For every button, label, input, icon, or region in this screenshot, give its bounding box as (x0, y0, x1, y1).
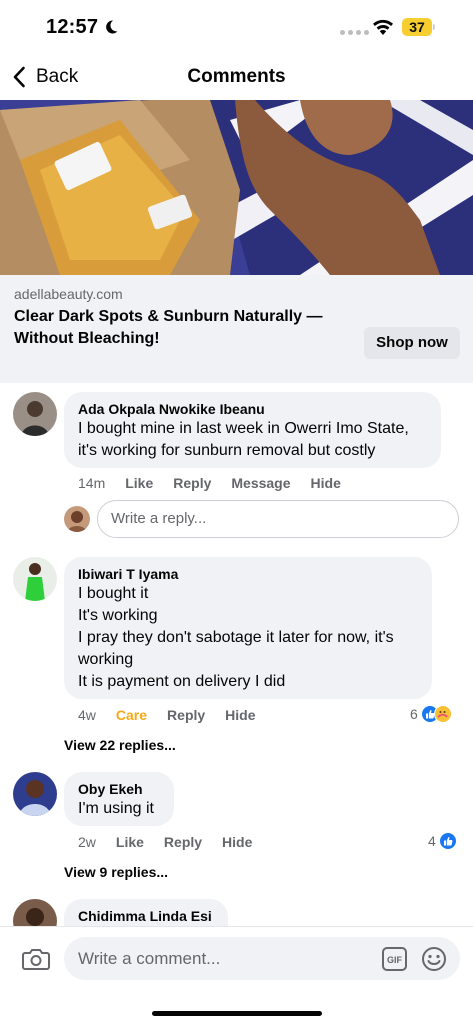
comment-actions: 4w Care Reply Hide (78, 707, 276, 723)
comment-bubble[interactable]: Ibiwari T Iyama I bought it It's working… (64, 557, 432, 699)
comment-text-line: It's working (78, 607, 158, 624)
comment-text-line: I'm using it (78, 800, 154, 817)
comment-text-line: It is payment on delivery I did (78, 673, 286, 690)
ad-domain: adellabeauty.com (14, 286, 123, 302)
comment-bubble[interactable]: Oby Ekeh I'm using it (64, 772, 174, 826)
care-button[interactable]: Care (116, 707, 147, 723)
comment-actions: 14m Like Reply Message Hide (78, 475, 361, 491)
comment-text-line: it's working for sunburn removal but cos… (78, 442, 376, 459)
comment-actions: 2w Like Reply Hide (78, 834, 272, 850)
reply-button[interactable]: Reply (164, 834, 202, 850)
camera-icon[interactable] (22, 947, 50, 971)
wifi-icon (373, 19, 393, 35)
reply-button[interactable]: Reply (173, 475, 211, 491)
avatar[interactable] (13, 557, 57, 601)
home-indicator (152, 1011, 322, 1016)
reaction-count: 4 (428, 833, 436, 849)
avatar[interactable] (13, 772, 57, 816)
care-reaction-icon (433, 705, 452, 723)
comment-composer-bar: Write a comment... GIF (0, 926, 473, 1024)
gif-icon[interactable]: GIF (382, 947, 407, 971)
ad-info[interactable]: adellabeauty.com Clear Dark Spots & Sunb… (0, 275, 473, 383)
hide-button[interactable]: Hide (225, 707, 255, 723)
comment-time: 14m (78, 475, 106, 491)
reaction-summary[interactable]: 6 (410, 705, 452, 723)
comment-text-line: I bought mine in last week in Owerri Imo… (78, 420, 409, 437)
comment-time: 2w (78, 834, 96, 850)
comment-author[interactable]: Ibiwari T Iyama (78, 565, 418, 583)
nav-bar: Back Comments (0, 54, 473, 100)
status-bar: 12:57 37 (0, 0, 473, 54)
ad-photo (0, 100, 473, 275)
page-title: Comments (187, 66, 286, 87)
reply-input[interactable]: Write a reply... (97, 500, 459, 538)
comment-text-line: working (78, 651, 134, 668)
signal-icon (340, 30, 369, 35)
gif-label: GIF (387, 955, 403, 965)
comment-text-line: I pray they don't sabotage it later for … (78, 629, 394, 646)
ad-image[interactable] (0, 100, 473, 275)
emoji-icon[interactable] (421, 946, 447, 972)
comment-time: 4w (78, 707, 96, 723)
view-replies-link[interactable]: View 9 replies... (64, 864, 168, 880)
status-time: 12:57 (46, 16, 99, 38)
comment-author[interactable]: Ada Okpala Nwokike Ibeanu (78, 400, 427, 418)
shop-now-button[interactable]: Shop now (364, 327, 460, 359)
message-button[interactable]: Message (231, 475, 290, 491)
moon-icon (106, 20, 118, 34)
comment-bubble[interactable]: Ada Okpala Nwokike Ibeanu I bought mine … (64, 392, 441, 468)
reaction-count: 6 (410, 706, 418, 722)
comment-text-line: I bought it (78, 585, 149, 602)
avatar (64, 506, 90, 532)
reaction-summary[interactable]: 4 (428, 832, 457, 850)
like-button[interactable]: Like (116, 834, 144, 850)
view-replies-link[interactable]: View 22 replies... (64, 737, 176, 753)
hide-button[interactable]: Hide (311, 475, 341, 491)
battery-tip (433, 24, 435, 30)
reply-button[interactable]: Reply (167, 707, 205, 723)
comment-author[interactable]: Oby Ekeh (78, 780, 160, 798)
comment-author[interactable]: Chidimma Linda Esi (78, 907, 214, 925)
hide-button[interactable]: Hide (222, 834, 252, 850)
avatar[interactable] (13, 392, 57, 436)
like-button[interactable]: Like (125, 475, 153, 491)
like-reaction-icon (438, 832, 457, 850)
battery-indicator: 37 (402, 18, 432, 36)
ad-headline: Clear Dark Spots & Sunburn Naturally — W… (14, 308, 323, 347)
